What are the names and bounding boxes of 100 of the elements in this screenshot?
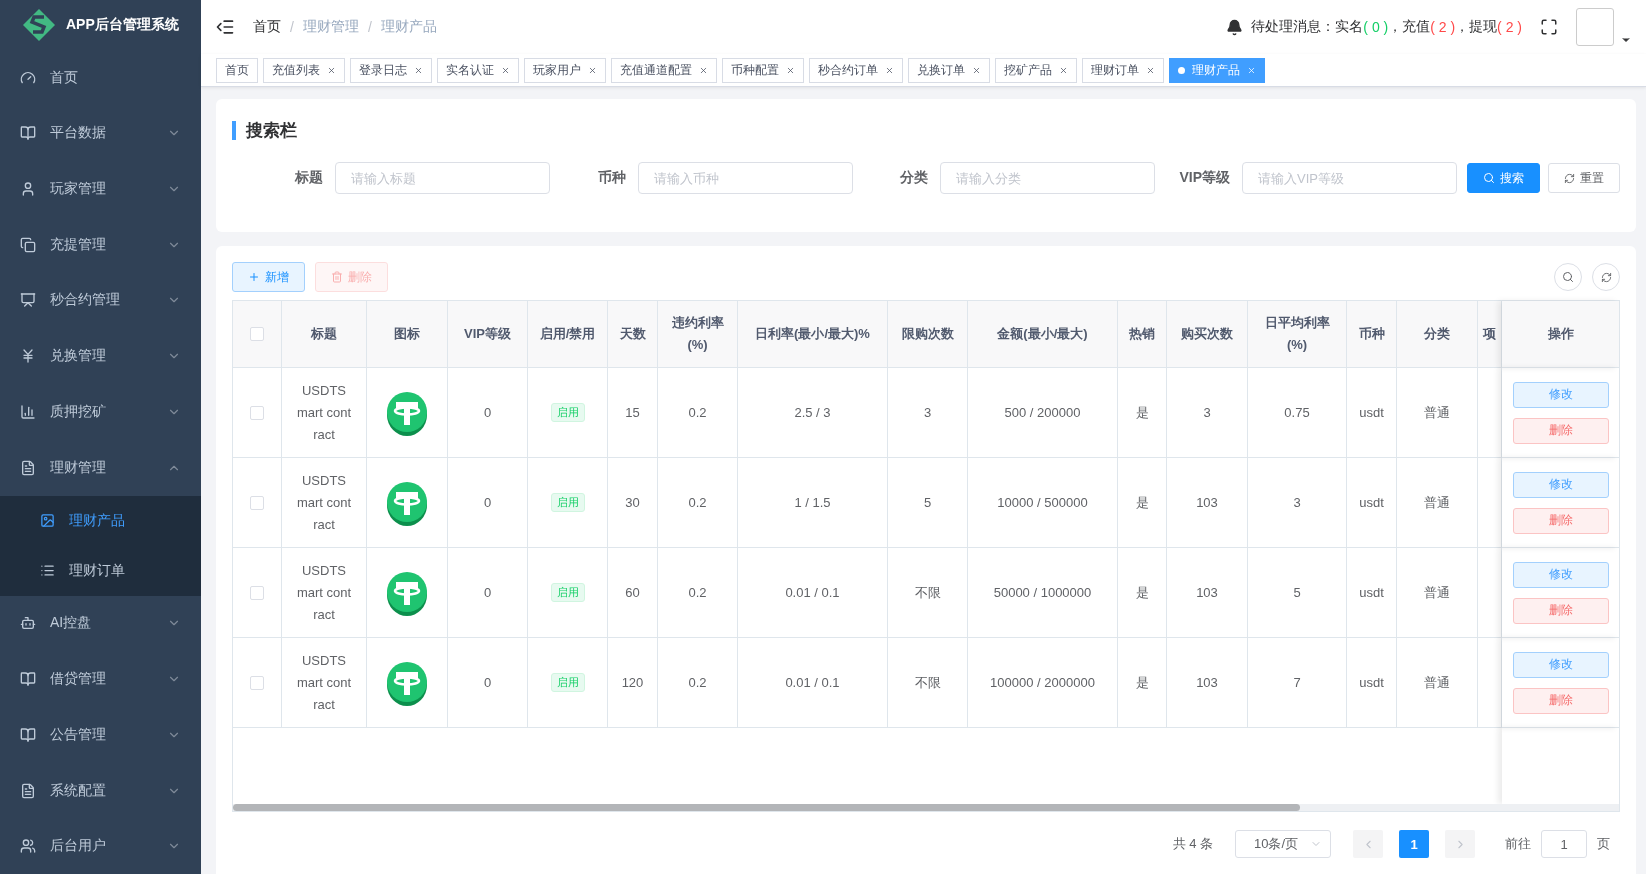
- bell-icon[interactable]: [1226, 18, 1244, 36]
- page-size-select[interactable]: 10条/页: [1235, 830, 1331, 858]
- fullscreen-icon[interactable]: [1540, 18, 1558, 36]
- table-cell-text: 是: [1135, 403, 1149, 422]
- submenu-item[interactable]: 理财订单: [0, 545, 201, 596]
- breadcrumb-item[interactable]: 首页: [253, 18, 281, 36]
- column-header: 热销: [1118, 301, 1167, 368]
- close-icon[interactable]: [786, 65, 795, 75]
- tab[interactable]: 充值列表: [263, 57, 345, 83]
- menu-item[interactable]: 玩家管理: [0, 161, 201, 217]
- search-icon: [1483, 172, 1495, 184]
- close-icon[interactable]: [501, 65, 510, 75]
- menu-item[interactable]: AI控盘: [0, 595, 201, 652]
- menu-icon[interactable]: [215, 17, 235, 37]
- checkbox[interactable]: [250, 405, 264, 420]
- table-cell-text: 是: [1135, 493, 1149, 512]
- close-icon[interactable]: [885, 65, 894, 75]
- tab[interactable]: 兑换订单: [908, 57, 990, 83]
- close-icon[interactable]: [1059, 65, 1068, 75]
- checkbox[interactable]: [250, 495, 264, 510]
- table-cell-text: 10000 / 500000: [997, 493, 1088, 512]
- table-cell-text: USDTS mart cont ract: [295, 471, 353, 534]
- table-cell-text: 30: [625, 493, 640, 512]
- close-icon[interactable]: [588, 65, 597, 75]
- refresh-button[interactable]: [1592, 263, 1620, 291]
- tab[interactable]: 秒合约订单: [809, 57, 903, 83]
- tab[interactable]: 理财订单: [1082, 57, 1164, 83]
- breadcrumb-item: 理财产品: [380, 18, 437, 36]
- input-field[interactable]: 请输入标题: [335, 162, 551, 194]
- input-field[interactable]: 请输入VIP等级: [1242, 162, 1457, 194]
- input-field[interactable]: 请输入分类: [939, 162, 1155, 194]
- menu-item[interactable]: 平台数据: [0, 105, 201, 162]
- menu-item[interactable]: 质押挖矿: [0, 384, 201, 440]
- column-header: 金额(最小/最大): [968, 301, 1118, 368]
- yen-icon: [20, 348, 36, 365]
- submenu-item[interactable]: 理财产品: [0, 495, 201, 546]
- menu-item[interactable]: 理财管理: [0, 439, 201, 496]
- close-icon[interactable]: [414, 65, 423, 75]
- tab[interactable]: 挖矿产品: [995, 57, 1077, 83]
- menu-item[interactable]: 后台用户: [0, 818, 201, 874]
- breadcrumb-separator: /: [290, 19, 294, 35]
- column-header: 限购次数: [888, 301, 968, 368]
- tab[interactable]: 玩家用户: [524, 57, 606, 83]
- checkbox[interactable]: [250, 327, 264, 341]
- column-header: 项: [1478, 301, 1502, 368]
- refresh-icon: [1600, 271, 1612, 283]
- close-icon[interactable]: [1247, 65, 1256, 75]
- table-cell-text: 103: [1196, 493, 1218, 512]
- column-header: 天数: [608, 301, 658, 368]
- menu-item[interactable]: 系统配置: [0, 762, 201, 819]
- menu-item[interactable]: 秒合约管理: [0, 272, 201, 329]
- table-cell-text: usdt: [1359, 583, 1384, 602]
- book-icon: [20, 726, 36, 743]
- checkbox[interactable]: [250, 585, 264, 600]
- table-cell-text: USDTS mart cont ract: [295, 561, 353, 624]
- tab[interactable]: 币种配置: [722, 57, 804, 83]
- page-suffix: 页: [1597, 835, 1610, 853]
- table-cell-text: 3: [1203, 403, 1211, 422]
- table-cell-text: usdt: [1359, 403, 1384, 422]
- table-cell-text: usdt: [1359, 673, 1384, 692]
- tab[interactable]: 登录日志: [350, 57, 432, 83]
- field-label: VIP等级: [1179, 169, 1230, 187]
- book-icon: [20, 671, 36, 688]
- table-cell-text: 不限: [914, 673, 941, 692]
- menu-item[interactable]: 兑换管理: [0, 328, 201, 385]
- reset-button[interactable]: 重置: [1548, 163, 1620, 193]
- bar-chart-icon: [20, 403, 36, 420]
- close-icon[interactable]: [699, 65, 708, 75]
- scrollbar[interactable]: [233, 804, 1619, 811]
- table-cell-text: 2.5 / 3: [794, 403, 831, 422]
- page-input[interactable]: 1: [1541, 830, 1587, 858]
- table-cell-text: 0.75: [1284, 403, 1310, 422]
- table-cell-text: 0.2: [688, 583, 707, 602]
- menu-item[interactable]: 借贷管理: [0, 651, 201, 707]
- table-cell-text: 15: [625, 403, 640, 422]
- search-button[interactable]: [1554, 263, 1582, 291]
- tab[interactable]: 实名认证: [437, 57, 519, 83]
- users-icon: [20, 838, 36, 855]
- table-cell-text: 500 / 200000: [1004, 403, 1081, 422]
- close-icon[interactable]: [327, 65, 336, 75]
- section-title: 搜索栏: [232, 121, 1620, 140]
- table-cell-text: USDTS mart cont ract: [295, 381, 353, 444]
- tab[interactable]: 充值通道配置: [611, 57, 717, 83]
- menu-item[interactable]: 充提管理: [0, 216, 201, 273]
- close-icon[interactable]: [972, 65, 981, 75]
- tab[interactable]: 首页: [216, 57, 258, 83]
- menu-item[interactable]: 公告管理: [0, 706, 201, 763]
- close-icon[interactable]: [1146, 65, 1155, 75]
- notice-count: ( 2 ): [1497, 19, 1522, 35]
- document-icon: [20, 782, 36, 799]
- copy-icon: [20, 236, 36, 253]
- input-field[interactable]: 请输入币种: [637, 162, 853, 194]
- table-cell-text: 103: [1196, 583, 1218, 602]
- column-header: 违约利率(%): [658, 301, 738, 368]
- refresh-icon: [1564, 172, 1575, 184]
- total-count: 共 4 条: [1172, 835, 1213, 853]
- menu-item[interactable]: 首页: [0, 49, 201, 106]
- checkbox[interactable]: [250, 675, 264, 690]
- table-cell-text: 是: [1135, 583, 1149, 602]
- table-cell-text: 100000 / 2000000: [990, 673, 1095, 692]
